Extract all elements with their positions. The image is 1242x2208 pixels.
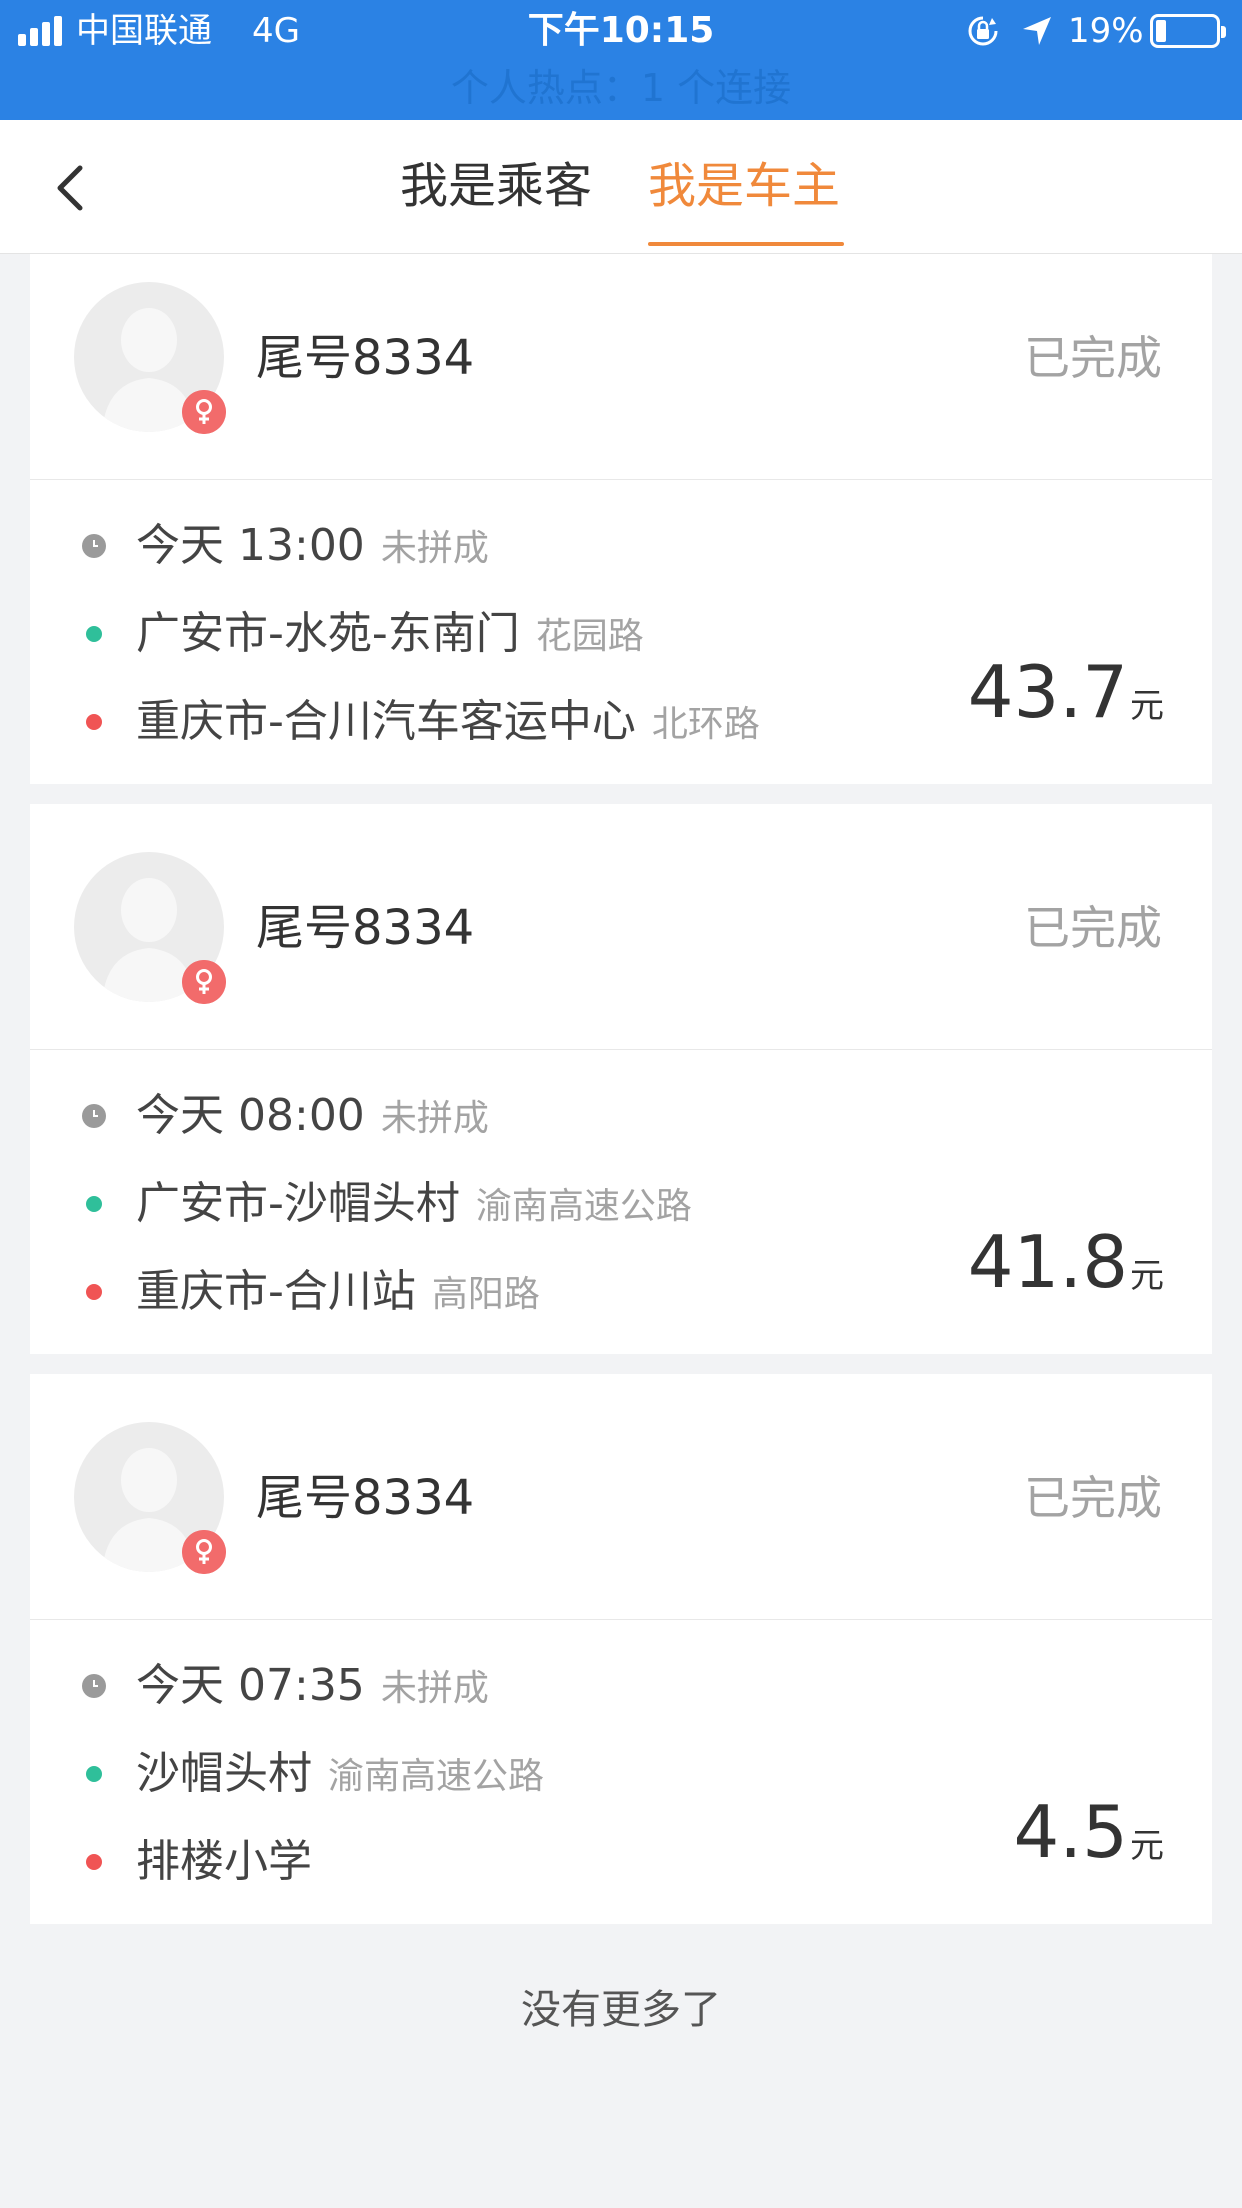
order-price: 41.8元 bbox=[968, 1220, 1164, 1318]
destination-dot bbox=[86, 1854, 102, 1870]
no-more-label: 没有更多了 bbox=[521, 1987, 721, 2033]
destination-road: 北环路 bbox=[651, 704, 760, 745]
origin: 广安市-水苑-东南门 花园路 bbox=[136, 604, 644, 667]
order-price: 43.7元 bbox=[968, 650, 1164, 748]
price-unit: 元 bbox=[1130, 1256, 1164, 1296]
status-bar: 中国联通 4G 下午10:15 19% 个人热点：1 个连接 bbox=[0, 0, 1242, 120]
clock-icon bbox=[82, 534, 106, 558]
hotspot-banner[interactable]: 个人热点：1 个连接 bbox=[0, 62, 1242, 114]
price-value: 43.7 bbox=[967, 650, 1128, 734]
destination-name: 排楼小学 bbox=[136, 1836, 312, 1887]
origin-dot bbox=[86, 1196, 102, 1212]
status-time: 下午10:15 bbox=[527, 10, 715, 51]
user-name: 尾号8334 bbox=[256, 330, 475, 386]
destination: 重庆市-合川汽车客运中心 北环路 bbox=[136, 692, 760, 755]
departure-time: 今天 07:35 未拼成 bbox=[136, 1656, 489, 1719]
tab-owner[interactable]: 我是车主 bbox=[648, 154, 840, 218]
rotation-lock-icon bbox=[968, 16, 998, 46]
departure-time: 今天 08:00 未拼成 bbox=[136, 1086, 489, 1149]
destination-dot bbox=[86, 1284, 102, 1300]
clock-icon bbox=[82, 1104, 106, 1128]
pool-status: 未拼成 bbox=[380, 1098, 489, 1139]
origin-road: 花园路 bbox=[535, 616, 644, 657]
order-status: 已完成 bbox=[1024, 1471, 1162, 1525]
time-label: 13:00 bbox=[238, 520, 365, 571]
day-label: 今天 bbox=[136, 1090, 224, 1141]
user-name: 尾号8334 bbox=[256, 1470, 475, 1526]
time-label: 07:35 bbox=[238, 1660, 365, 1711]
female-icon bbox=[182, 1530, 226, 1574]
order-status: 已完成 bbox=[1024, 331, 1162, 385]
pool-status: 未拼成 bbox=[380, 528, 489, 569]
user-name: 尾号8334 bbox=[256, 900, 475, 956]
origin-name: 沙帽头村 bbox=[136, 1748, 312, 1799]
destination-road: 高阳路 bbox=[431, 1274, 540, 1315]
order-card[interactable]: 尾号8334 已完成 今天 13:00 未拼成 广安市-水苑-东南门 花园路 重庆市… bbox=[30, 254, 1212, 784]
destination-dot bbox=[86, 714, 102, 730]
origin: 广安市-沙帽头村 渝南高速公路 bbox=[136, 1174, 692, 1237]
origin-name: 广安市-沙帽头村 bbox=[136, 1178, 460, 1229]
price-unit: 元 bbox=[1130, 686, 1164, 726]
clock-icon bbox=[82, 1674, 106, 1698]
pool-status: 未拼成 bbox=[380, 1668, 489, 1709]
active-tab-indicator bbox=[648, 242, 844, 246]
origin-name: 广安市-水苑-东南门 bbox=[136, 608, 520, 659]
destination: 重庆市-合川站 高阳路 bbox=[136, 1262, 540, 1325]
order-status: 已完成 bbox=[1024, 901, 1162, 955]
destination: 排楼小学 bbox=[136, 1832, 312, 1892]
nav-bar: 我是乘客 我是车主 bbox=[0, 120, 1242, 254]
destination-name: 重庆市-合川站 bbox=[136, 1266, 416, 1317]
tab-passenger[interactable]: 我是乘客 bbox=[400, 154, 592, 218]
order-price: 4.5元 bbox=[1013, 1790, 1164, 1888]
female-icon bbox=[182, 390, 226, 434]
origin-road: 渝南高速公路 bbox=[328, 1756, 545, 1797]
day-label: 今天 bbox=[136, 1660, 224, 1711]
origin-dot bbox=[86, 1766, 102, 1782]
location-arrow-icon bbox=[1023, 17, 1051, 45]
origin-road: 渝南高速公路 bbox=[475, 1186, 692, 1227]
battery-percent: 19% bbox=[1068, 11, 1144, 51]
day-label: 今天 bbox=[136, 520, 224, 571]
order-card[interactable]: 尾号8334 已完成 今天 07:35 未拼成 沙帽头村 渝南高速公路 排楼小学 4… bbox=[30, 1374, 1212, 1924]
battery-icon bbox=[1150, 14, 1226, 48]
order-card[interactable]: 尾号8334 已完成 今天 08:00 未拼成 广安市-沙帽头村 渝南高速公路 重庆… bbox=[30, 804, 1212, 1354]
time-label: 08:00 bbox=[238, 1090, 365, 1141]
price-unit: 元 bbox=[1130, 1826, 1164, 1866]
female-icon bbox=[182, 960, 226, 1004]
back-button[interactable] bbox=[40, 156, 104, 220]
departure-time: 今天 13:00 未拼成 bbox=[136, 516, 489, 579]
destination-name: 重庆市-合川汽车客运中心 bbox=[136, 696, 636, 747]
origin-dot bbox=[86, 626, 102, 642]
price-value: 41.8 bbox=[967, 1220, 1128, 1304]
origin: 沙帽头村 渝南高速公路 bbox=[136, 1744, 544, 1807]
price-value: 4.5 bbox=[1013, 1790, 1128, 1874]
